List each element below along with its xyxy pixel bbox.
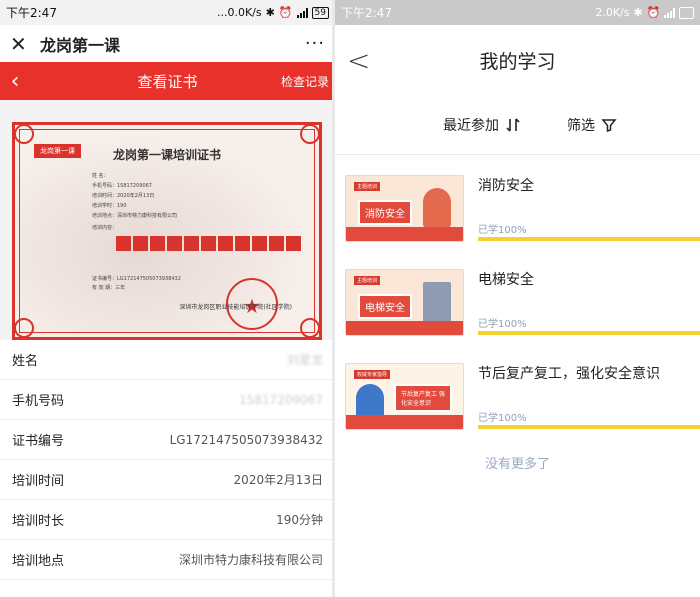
corner-ornament bbox=[14, 124, 34, 144]
course-title: 消防安全 bbox=[478, 178, 534, 194]
certificate-image[interactable]: 龙岗第一课 龙岗第一课培训证书 姓 名： 手机号码：1S817209067 培训… bbox=[12, 122, 322, 340]
status-time: 下午2:47 bbox=[6, 6, 57, 20]
info-row-location: 培训地点 深圳市特力康科技有限公司 bbox=[0, 540, 335, 580]
corner-ornament bbox=[14, 318, 34, 338]
corner-ornament bbox=[300, 318, 320, 338]
certificate-issuer: 深圳市龙岗区职业技能培训学院(社区学院) bbox=[179, 304, 292, 311]
page-title: 我的学习 bbox=[479, 50, 556, 73]
course-progress-text: 已学100% bbox=[478, 413, 527, 424]
course-title: 节后复产复工，强化安全意识 bbox=[478, 366, 660, 382]
status-bar: 下午2:47 2.0K/s ✱ ⏰ bbox=[335, 0, 700, 25]
info-value: 190分钟 bbox=[276, 513, 323, 527]
wechat-title-bar: ✕ 龙岗第一课 ··· bbox=[0, 25, 335, 62]
course-thumbnail: 主题培训 消防安全 bbox=[345, 175, 464, 242]
corner-ornament bbox=[300, 124, 320, 144]
filter-bar: 最近参加 筛选 bbox=[335, 95, 700, 155]
check-record-link[interactable]: 检查记录 bbox=[281, 73, 329, 90]
certificate-nav-bar: ‹ 查看证书 检查记录 bbox=[0, 62, 335, 100]
info-row-cert-no: 证书编号 LG172147505073938432 bbox=[0, 420, 335, 460]
course-title: 电梯安全 bbox=[478, 272, 534, 288]
certificate-line: 手机号码：1S817209067 bbox=[92, 183, 152, 189]
certificate-line: 姓 名： bbox=[92, 173, 109, 179]
no-more-text: 没有更多了 bbox=[484, 457, 550, 472]
course-progress-bar bbox=[478, 237, 700, 241]
certificate-header: 龙岗第一课培训证书 bbox=[112, 148, 221, 162]
signal-icon bbox=[296, 7, 308, 18]
course-thumbnail: 主题培训 电梯安全 bbox=[345, 269, 464, 336]
bluetooth-icon: ✱ bbox=[265, 6, 275, 19]
certificate-validity-line: 有 效 期：三年 bbox=[92, 285, 126, 291]
info-row-phone: 手机号码 15817209067 bbox=[0, 380, 335, 420]
info-row-training-time: 培训时间 2020年2月13日 bbox=[0, 460, 335, 500]
info-row-name: 姓名 刘星龙 bbox=[0, 340, 335, 380]
info-value: 2020年2月13日 bbox=[233, 473, 323, 487]
sort-recent-button[interactable]: 最近参加 bbox=[443, 115, 521, 135]
course-progress-bar bbox=[478, 331, 700, 335]
course-progress-bar bbox=[478, 425, 700, 429]
network-speed: ...0.0K/s bbox=[216, 6, 262, 19]
status-bar: 下午2:47 ...0.0K/s ✱ ⏰ 59 bbox=[0, 0, 335, 25]
close-icon[interactable]: ✕ bbox=[10, 32, 32, 56]
alarm-icon: ⏰ bbox=[278, 6, 293, 19]
course-thumbnail: 权威专家指导 节后复产复工 强化安全意识 bbox=[345, 363, 464, 430]
info-row-duration: 培训时长 190分钟 bbox=[0, 500, 335, 540]
course-item-elevator-safety[interactable]: 主题培训 电梯安全 电梯安全 已学100% bbox=[335, 249, 700, 343]
certificate-screen: 下午2:47 ...0.0K/s ✱ ⏰ 59 ✕ 龙岗第一课 ··· ‹ 查看… bbox=[0, 0, 335, 597]
certificate-number-line: 证书编号：LG172147505073938432 bbox=[92, 276, 181, 282]
certificate-line: 培训时间：2020年2月13日 bbox=[92, 193, 155, 199]
status-time: 下午2:47 bbox=[341, 6, 392, 20]
info-list: 姓名 刘星龙 手机号码 15817209067 证书编号 LG172147505… bbox=[0, 340, 335, 580]
info-value: 15817209067 bbox=[239, 392, 323, 407]
info-value: 深圳市特力康科技有限公司 bbox=[178, 553, 323, 567]
filter-button[interactable]: 筛选 bbox=[567, 115, 617, 135]
certificate-line: 培训学时：190 bbox=[92, 203, 127, 209]
course-item-return-to-work[interactable]: 权威专家指导 节后复产复工 强化安全意识 节后复产复工，强化安全意识 已学100… bbox=[335, 343, 700, 437]
page-header: < 我的学习 bbox=[335, 25, 700, 95]
certificate-line: 培训地点：深圳市特力康科技有限公司 bbox=[92, 213, 178, 219]
course-progress-text: 已学100% bbox=[478, 319, 527, 330]
info-value: 刘星龙 bbox=[286, 353, 323, 367]
my-learning-screen: 下午2:47 2.0K/s ✱ ⏰ < 我的学习 最近参加 筛选 主题培训 消防… bbox=[335, 0, 700, 597]
battery-icon bbox=[679, 6, 694, 19]
filter-label: 筛选 bbox=[567, 117, 595, 134]
signal-icon bbox=[664, 7, 676, 18]
certificate-line: 培训内容： bbox=[92, 225, 118, 231]
sort-icon bbox=[506, 117, 520, 132]
wechat-title: 龙岗第一课 bbox=[40, 35, 121, 55]
certificate-area: 龙岗第一课 龙岗第一课培训证书 姓 名： 手机号码：1S817209067 培训… bbox=[0, 100, 335, 340]
info-value: LG172147505073938432 bbox=[169, 432, 323, 447]
bluetooth-icon: ✱ bbox=[633, 6, 643, 19]
course-progress-text: 已学100% bbox=[478, 225, 527, 236]
training-content-cells bbox=[116, 236, 306, 251]
more-icon[interactable]: ··· bbox=[305, 33, 325, 54]
course-item-fire-safety[interactable]: 主题培训 消防安全 消防安全 已学100% bbox=[335, 155, 700, 249]
funnel-icon bbox=[601, 118, 617, 132]
battery-icon: 59 bbox=[311, 6, 329, 19]
network-speed: 2.0K/s bbox=[595, 6, 630, 19]
sort-label: 最近参加 bbox=[443, 117, 499, 134]
elevator-illustration bbox=[423, 282, 451, 322]
firefighter-illustration bbox=[423, 188, 451, 228]
alarm-icon: ⏰ bbox=[646, 6, 661, 19]
